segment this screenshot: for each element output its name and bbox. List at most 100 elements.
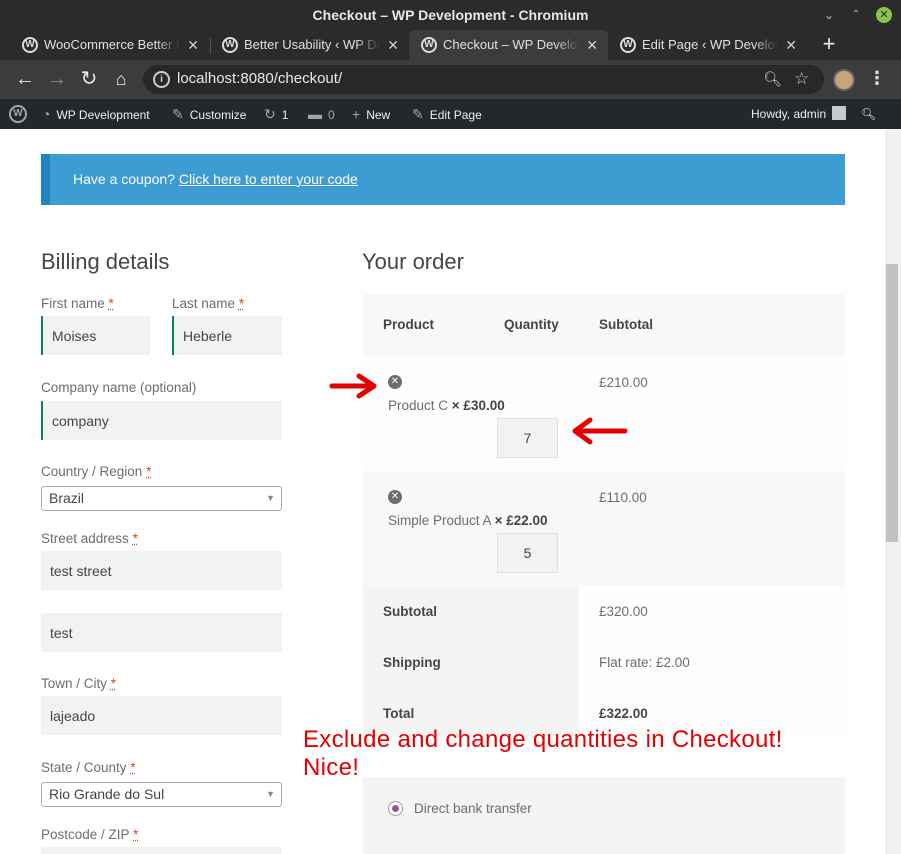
adminbar-updates-count: 1 [281, 108, 289, 122]
first-name-label-text: First name [41, 296, 105, 311]
minimize-icon[interactable]: ⌄ [821, 7, 837, 23]
first-name-label: First name * [41, 296, 114, 311]
plus-icon: + [352, 106, 361, 122]
payment-radio[interactable] [388, 801, 403, 816]
adminbar-account[interactable]: Howdy, admin [751, 99, 847, 129]
dropdown-caret-icon: ▼ [266, 789, 275, 799]
profile-avatar[interactable] [833, 69, 855, 91]
last-name-label-text: Last name [172, 296, 236, 311]
tab-checkout[interactable]: W Checkout – WP Development ✕ [409, 30, 608, 60]
remove-item-icon[interactable]: ✕ [388, 375, 402, 389]
company-field[interactable]: company [41, 401, 282, 440]
comment-icon: ▬ [308, 106, 322, 122]
back-arrow-icon[interactable]: ← [14, 68, 36, 90]
first-name-field[interactable]: Moises [41, 316, 150, 355]
forward-arrow-icon[interactable]: → [46, 68, 68, 90]
required-mark: * [132, 531, 138, 546]
close-window-icon[interactable]: ✕ [876, 7, 892, 23]
subtotal-label: Subtotal [383, 604, 437, 619]
item-subtotal: £110.00 [599, 490, 647, 505]
required-mark: * [238, 296, 245, 311]
reload-icon[interactable]: ↻ [78, 68, 100, 90]
tab-label: Checkout – WP Development [443, 37, 579, 52]
item-name: Product C × £30.00 [388, 398, 505, 413]
remove-item-icon[interactable]: ✕ [388, 490, 402, 504]
adminbar-comments-count: 0 [328, 108, 335, 122]
postcode-label-text: Postcode / ZIP [41, 827, 130, 842]
bookmark-star-icon[interactable]: ☆ [794, 69, 809, 89]
item-price: × £30.00 [451, 398, 505, 413]
state-value: Rio Grande do Sul [49, 786, 165, 802]
scrollbar-thumb[interactable] [886, 264, 898, 542]
menu-dots-icon[interactable]: ⋮ [868, 68, 886, 89]
dashboard-icon: ◔ [42, 106, 51, 122]
adminbar-new[interactable]: + New [352, 99, 390, 129]
town-label-text: Town / City [41, 676, 108, 691]
tab-close-icon[interactable]: ✕ [187, 30, 199, 60]
street-label-text: Street address [41, 531, 129, 546]
browser-toolbar: ← → ↻ ⌂ i localhost:8080/checkout/ 🔍︎ ☆ … [0, 60, 901, 99]
tab-close-icon[interactable]: ✕ [785, 30, 797, 60]
adminbar-comments[interactable]: ▬ 0 [308, 99, 335, 129]
item-subtotal: £210.00 [599, 375, 648, 390]
coupon-notice: Have a coupon? Click here to enter your … [41, 154, 845, 205]
street-label: Street address * [41, 531, 138, 546]
quantity-input[interactable]: 5 [497, 533, 558, 573]
adminbar-search-icon[interactable]: 🔍︎ [861, 99, 876, 129]
site-info-icon[interactable]: i [153, 71, 170, 88]
maximize-icon[interactable]: ⌃ [848, 7, 864, 23]
item-price: × £22.00 [494, 513, 548, 528]
required-mark: * [146, 464, 152, 479]
home-icon[interactable]: ⌂ [110, 68, 132, 90]
window-title: Checkout – WP Development - Chromium [312, 7, 589, 23]
adminbar-site[interactable]: ◔ WP Development [42, 99, 150, 129]
address-bar[interactable]: i localhost:8080/checkout/ 🔍︎ ☆ [143, 65, 824, 94]
title-bar: Checkout – WP Development - Chromium ⌄ ⌃… [0, 0, 901, 30]
tab-edit-page[interactable]: W Edit Page ‹ WP Development ✕ [608, 30, 807, 60]
red-arrow-left-icon [572, 417, 628, 445]
last-name-field[interactable]: Heberle [172, 316, 282, 355]
street2-field[interactable]: test [41, 613, 282, 652]
item-name-text: Simple Product A [388, 513, 491, 528]
total-label: Total [383, 706, 415, 721]
country-select[interactable]: Brazil ▼ [41, 486, 282, 511]
wordpress-favicon-icon: W [22, 37, 38, 53]
new-tab-button[interactable]: + [818, 30, 840, 60]
coupon-link[interactable]: Click here to enter your code [179, 171, 358, 187]
adminbar-edit-page[interactable]: ✎ Edit Page [412, 99, 482, 129]
quantity-input[interactable]: 7 [497, 418, 558, 458]
required-mark: * [108, 296, 114, 311]
state-label-text: State / County [41, 760, 127, 775]
wordpress-logo-icon[interactable]: W [9, 105, 27, 123]
order-item-row [363, 356, 845, 471]
coupon-text: Have a coupon? [73, 171, 175, 187]
country-label: Country / Region * [41, 464, 151, 479]
tab-close-icon[interactable]: ✕ [586, 30, 598, 60]
country-value: Brazil [49, 490, 85, 506]
billing-title: Billing details [41, 249, 170, 274]
country-label-text: Country / Region [41, 464, 143, 479]
url-text[interactable]: localhost:8080/checkout/ [177, 70, 342, 87]
zoom-icon[interactable]: 🔍︎ [763, 70, 782, 88]
adminbar-customize[interactable]: ✎ Customize [172, 99, 246, 129]
wordpress-favicon-icon: W [222, 37, 238, 53]
tab-close-icon[interactable]: ✕ [387, 30, 399, 60]
tab-woocommerce-better-usability[interactable]: W WooCommerce Better Usability ✕ [10, 30, 209, 60]
page-content: Have a coupon? Click here to enter your … [0, 129, 885, 854]
adminbar-updates[interactable]: ↻ 1 [264, 99, 288, 129]
dropdown-caret-icon: ▼ [266, 493, 275, 503]
state-label: State / County * [41, 760, 136, 775]
adminbar-new-label: New [366, 108, 391, 122]
state-select[interactable]: Rio Grande do Sul ▼ [41, 782, 282, 807]
street-field[interactable]: test street [41, 551, 282, 590]
company-label: Company name (optional) [41, 380, 197, 395]
payment-method-label[interactable]: Direct bank transfer [414, 801, 532, 816]
tab-better-usability[interactable]: W Better Usability ‹ WP Development ✕ [210, 30, 409, 60]
item-name: Simple Product A × £22.00 [388, 513, 548, 528]
town-field[interactable]: lajeado [41, 696, 282, 735]
wordpress-favicon-icon: W [620, 37, 636, 53]
page-scrollbar[interactable] [885, 129, 901, 854]
tab-label: Edit Page ‹ WP Development [642, 37, 778, 52]
required-mark: * [133, 827, 139, 842]
postcode-field[interactable] [41, 847, 282, 854]
